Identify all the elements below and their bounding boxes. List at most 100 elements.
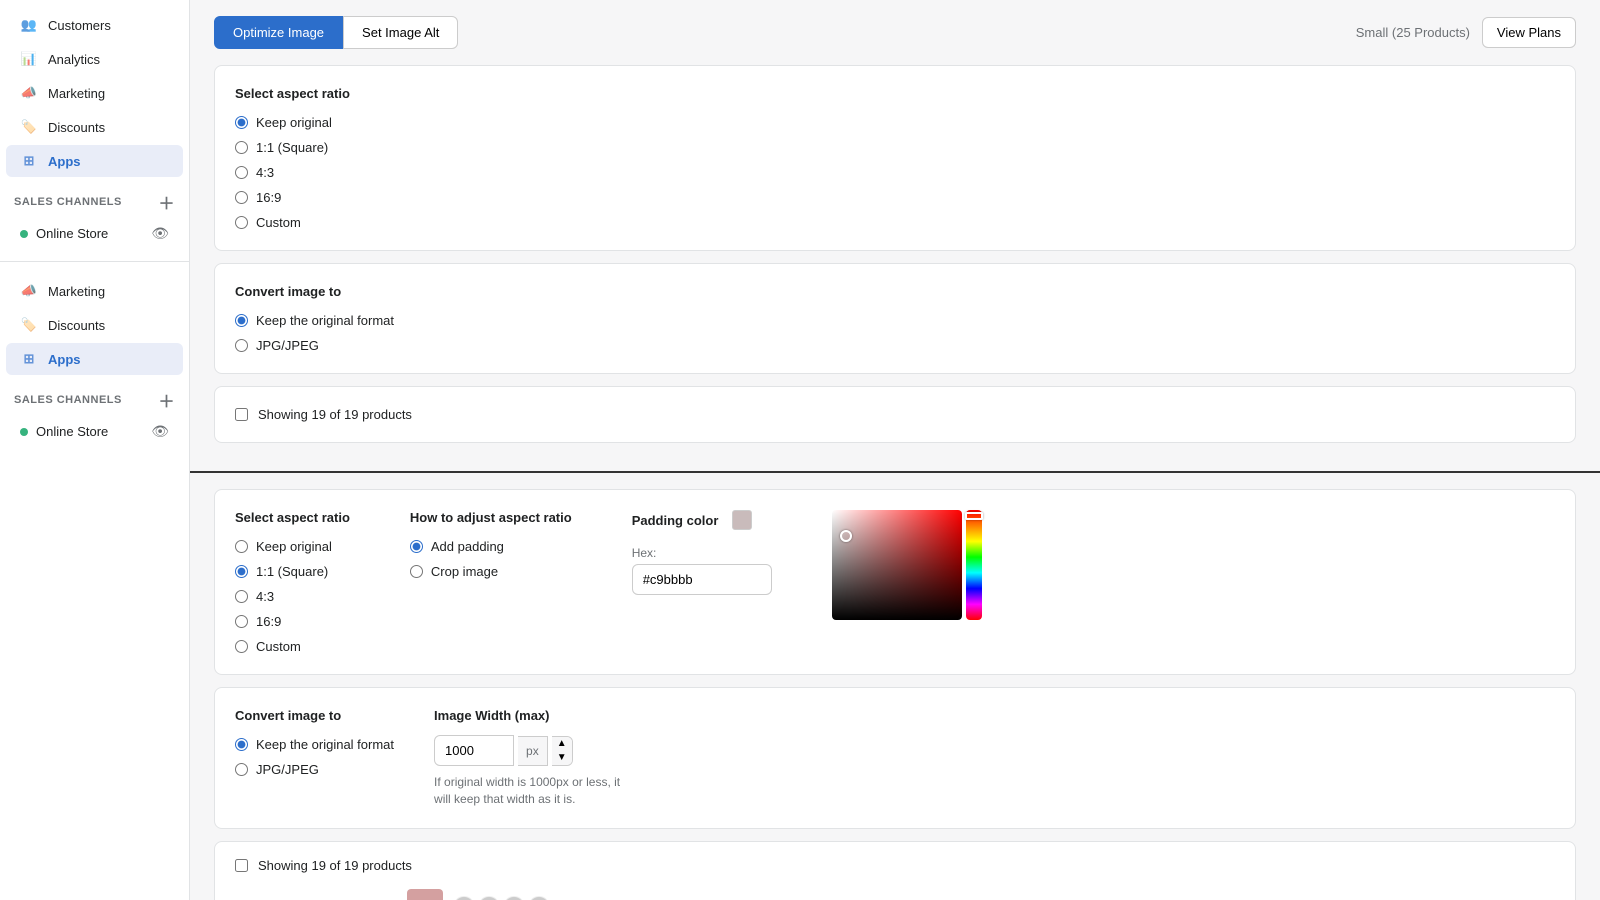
avatar-1: A — [453, 896, 475, 900]
aspect-col-how: How to adjust aspect ratio Add padding C… — [410, 510, 572, 654]
radio-crop-image[interactable]: Crop image — [410, 564, 572, 579]
sidebar-item-marketing[interactable]: 📣 Marketing — [6, 77, 183, 109]
sidebar-label-customers: Customers — [48, 18, 111, 33]
apps-icon: ⊞ — [20, 152, 38, 170]
hex-label: Hex: — [632, 546, 772, 560]
avatar-4: D — [528, 896, 550, 900]
convert-title-bot: Convert image to — [235, 708, 394, 723]
product-thumbnail — [407, 889, 443, 900]
sidebar-item-discounts2[interactable]: 🏷️ Discounts — [6, 309, 183, 341]
width-input-row: px ▲ ▼ — [434, 735, 634, 766]
main-content: Optimize Image Set Image Alt Small (25 P… — [190, 0, 1600, 900]
aspect-ratio-card-bot: Select aspect ratio Keep original 1:1 (S… — [214, 489, 1576, 675]
padding-color-section: Padding color Hex: — [632, 510, 772, 654]
radio-keep-original-bot[interactable]: Keep original — [235, 539, 350, 554]
aspect-ratio-title-bot: Select aspect ratio — [235, 510, 350, 525]
hex-input[interactable] — [632, 564, 772, 595]
radio-keep-format-bot[interactable]: Keep the original format — [235, 737, 394, 752]
store-status-dot — [20, 230, 28, 238]
showing-label-top: Showing 19 of 19 products — [258, 407, 412, 422]
sidebar-item-discounts[interactable]: 🏷️ Discounts — [6, 111, 183, 143]
top-section: Optimize Image Set Image Alt Small (25 P… — [190, 0, 1600, 473]
radio-custom-top[interactable]: Custom — [235, 215, 1555, 230]
discounts2-icon: 🏷️ — [20, 316, 38, 334]
showing-checkbox-bot[interactable] — [235, 859, 248, 872]
showing-row-bot: Showing 19 of 19 products — [235, 858, 1555, 873]
convert-title-top: Convert image to — [235, 284, 1555, 299]
sidebar-item-marketing2[interactable]: 📣 Marketing — [6, 275, 183, 307]
color-picker-cursor — [840, 530, 852, 542]
showing-checkbox-top[interactable] — [235, 408, 248, 421]
online-store-label2: Online Store — [36, 424, 108, 439]
sidebar-item-apps2[interactable]: ⊞ Apps — [6, 343, 183, 375]
showing-card-bot: Showing 19 of 19 products ↗ Best Friends… — [214, 841, 1576, 900]
plan-info: Small (25 Products) View Plans — [1356, 17, 1576, 48]
customers-icon: 👥 — [20, 16, 38, 34]
sidebar-item-online-store2[interactable]: Online Store 👁 — [6, 417, 183, 446]
color-swatch[interactable] — [732, 510, 752, 530]
aspect-ratio-card-top: Select aspect ratio Keep original 1:1 (S… — [214, 65, 1576, 251]
width-title: Image Width (max) — [434, 708, 634, 723]
color-hue-slider[interactable] — [966, 510, 982, 620]
add-sales-channel-icon2[interactable]: ＋ — [158, 388, 175, 412]
view-plans-button[interactable]: View Plans — [1482, 17, 1576, 48]
sidebar-label-apps2: Apps — [48, 352, 81, 367]
radio-16-9-top[interactable]: 16:9 — [235, 190, 1555, 205]
online-store-label: Online Store — [36, 226, 108, 241]
convert-options-top: Keep the original format JPG/JPEG — [235, 313, 1555, 353]
sidebar-label-apps: Apps — [48, 154, 81, 169]
radio-jpg-bot[interactable]: JPG/JPEG — [235, 762, 394, 777]
sales-channels-header2: SALES CHANNELS ＋ — [0, 376, 189, 416]
analytics-icon: 📊 — [20, 50, 38, 68]
width-decrease[interactable]: ▼ — [552, 751, 572, 765]
online-store-eye-icon2[interactable]: 👁 — [151, 423, 169, 440]
hex-input-group: Hex: — [632, 546, 772, 595]
padding-color-label: Padding color — [632, 513, 719, 528]
sidebar-item-analytics[interactable]: 📊 Analytics — [6, 43, 183, 75]
width-input[interactable] — [434, 735, 514, 766]
sidebar-item-online-store[interactable]: Online Store 👁 — [6, 219, 183, 248]
tab-set-image-alt[interactable]: Set Image Alt — [343, 16, 458, 49]
bottom-section: Select aspect ratio Keep original 1:1 (S… — [190, 473, 1600, 900]
width-stepper: ▲ ▼ — [552, 736, 573, 766]
showing-checkbox-row-top: Showing 19 of 19 products — [235, 407, 1555, 422]
aspect-col-select: Select aspect ratio Keep original 1:1 (S… — [235, 510, 350, 654]
radio-custom-bot[interactable]: Custom — [235, 639, 350, 654]
sidebar-label-marketing2: Marketing — [48, 284, 105, 299]
online-store-eye-icon[interactable]: 👁 — [151, 225, 169, 242]
sidebar-item-customers[interactable]: 👥 Customers — [6, 9, 183, 41]
avatar-2: B — [478, 896, 500, 900]
tab-optimize-image[interactable]: Optimize Image — [214, 16, 343, 49]
plan-label: Small (25 Products) — [1356, 25, 1470, 40]
product-row: ↗ Best Friends Gift Test A B C D (4 of 1… — [235, 883, 1555, 900]
color-picker-gradient[interactable] — [832, 510, 962, 620]
width-hint: If original width is 1000px or less, it … — [434, 774, 634, 808]
store-status-dot2 — [20, 428, 28, 436]
radio-square-top[interactable]: 1:1 (Square) — [235, 140, 1555, 155]
hue-slider-handle — [965, 512, 983, 520]
radio-keep-format-top[interactable]: Keep the original format — [235, 313, 1555, 328]
radio-4-3-bot[interactable]: 4:3 — [235, 589, 350, 604]
radio-add-padding[interactable]: Add padding — [410, 539, 572, 554]
sidebar-item-apps[interactable]: ⊞ Apps — [6, 145, 183, 177]
convert-card-top: Convert image to Keep the original forma… — [214, 263, 1576, 374]
radio-square-bot[interactable]: 1:1 (Square) — [235, 564, 350, 579]
sidebar-top: 👥 Customers 📊 Analytics 📣 Marketing 🏷️ D… — [0, 0, 190, 900]
marketing-icon: 📣 — [20, 84, 38, 102]
radio-jpg-top[interactable]: JPG/JPEG — [235, 338, 1555, 353]
how-adjust-title: How to adjust aspect ratio — [410, 510, 572, 525]
showing-label-bot: Showing 19 of 19 products — [258, 858, 412, 873]
width-unit: px — [518, 736, 548, 766]
radio-4-3-top[interactable]: 4:3 — [235, 165, 1555, 180]
sidebar-label-marketing: Marketing — [48, 86, 105, 101]
color-picker-visual-group — [832, 510, 982, 654]
sidebar-label-discounts2: Discounts — [48, 318, 105, 333]
add-sales-channel-icon[interactable]: ＋ — [158, 190, 175, 214]
tab-group: Optimize Image Set Image Alt — [214, 16, 458, 49]
radio-keep-original-top[interactable]: Keep original — [235, 115, 1555, 130]
convert-card-bot: Convert image to Keep the original forma… — [214, 687, 1576, 829]
width-increase[interactable]: ▲ — [552, 737, 572, 751]
radio-16-9-bot[interactable]: 16:9 — [235, 614, 350, 629]
sales-channels-header: SALES CHANNELS ＋ — [0, 178, 189, 218]
sidebar-label-analytics: Analytics — [48, 52, 100, 67]
